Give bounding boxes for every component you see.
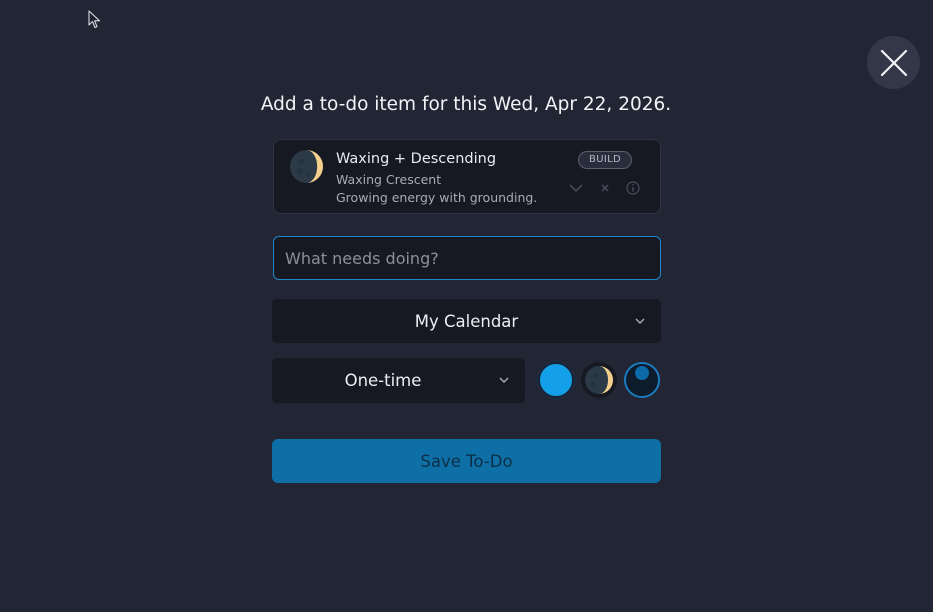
- close-button[interactable]: [867, 36, 920, 89]
- mouse-cursor-icon: [88, 10, 101, 29]
- calendar-select[interactable]: My Calendar: [272, 299, 661, 343]
- waxing-crescent-moon-icon: [289, 149, 324, 184]
- chevron-down-icon: [499, 377, 509, 384]
- save-todo-button[interactable]: Save To-Do: [272, 439, 661, 483]
- calendar-select-value: My Calendar: [414, 311, 519, 331]
- phase-badge: BUILD: [578, 151, 632, 169]
- close-icon: [880, 49, 907, 76]
- chevron-down-icon[interactable]: [568, 180, 584, 196]
- repeat-select-value: One-time: [344, 371, 422, 390]
- todo-input[interactable]: [273, 236, 661, 280]
- selected-dot-icon: [635, 366, 649, 380]
- phase-name: Waxing Crescent: [336, 172, 442, 187]
- info-icon[interactable]: [625, 180, 641, 196]
- moon-color-swatch[interactable]: [581, 362, 617, 398]
- blue-color-swatch[interactable]: [538, 362, 574, 398]
- phase-title: Waxing + Descending: [336, 151, 497, 167]
- close-icon[interactable]: [597, 180, 613, 196]
- dark-color-swatch[interactable]: [624, 362, 660, 398]
- moon-phase-card: Waxing + Descending Waxing Crescent Grow…: [273, 139, 661, 214]
- phase-description: Growing energy with grounding.: [336, 190, 538, 205]
- page-title: Add a to-do item for this Wed, Apr 22, 2…: [260, 94, 672, 115]
- waxing-crescent-moon-icon: [585, 366, 613, 394]
- chevron-down-icon: [635, 318, 645, 325]
- repeat-select[interactable]: One-time: [272, 358, 525, 403]
